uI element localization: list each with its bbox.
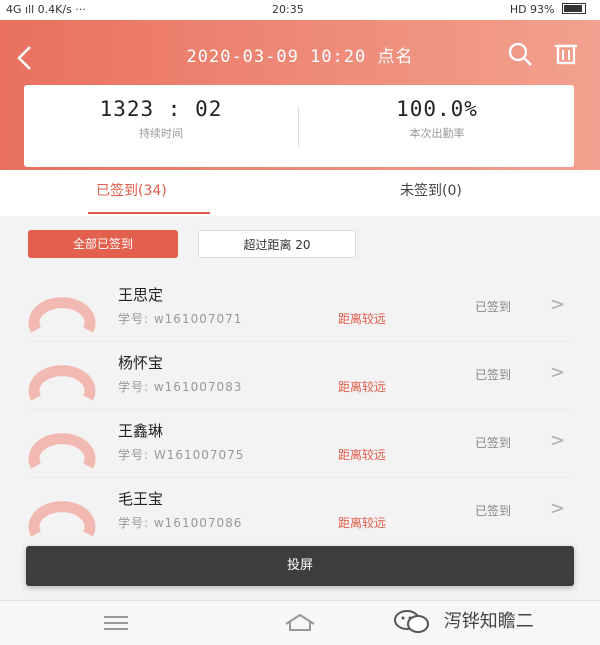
home-icon bbox=[285, 613, 315, 631]
filter-all-signed-in[interactable]: 全部已签到 bbox=[28, 230, 178, 258]
student-list: 王思定 学号: w161007071 距离较远 已签到 > 杨怀宝 学号: w1… bbox=[0, 274, 600, 548]
back-button[interactable] bbox=[14, 44, 42, 72]
list-item[interactable]: 毛王宝 学号: w161007086 距离较远 已签到 > bbox=[0, 478, 600, 546]
avatar-icon bbox=[28, 297, 96, 333]
delete-button[interactable] bbox=[550, 38, 582, 70]
header: 2020-03-09 10:20 点名 1323 : 02 持续时间 100.0… bbox=[0, 20, 600, 170]
stats-divider bbox=[298, 107, 299, 147]
distance-tag: 距离较远 bbox=[338, 312, 387, 326]
signal-status: 4G ıll 0.4K/s ··· bbox=[6, 3, 86, 16]
search-button[interactable] bbox=[504, 38, 536, 70]
trash-icon bbox=[555, 44, 577, 65]
chevron-right-icon: > bbox=[550, 430, 566, 451]
attendance-rate-value: 100.0% bbox=[396, 97, 478, 121]
attendance-rate-stat: 100.0% 本次出勤率 bbox=[300, 97, 574, 141]
status-right: HD 93% bbox=[510, 3, 586, 16]
screen-cast-button[interactable]: 投屏 bbox=[26, 546, 574, 586]
menu-icon bbox=[104, 616, 128, 630]
student-name: 杨怀宝 bbox=[118, 354, 164, 372]
student-name: 王思定 bbox=[118, 286, 164, 304]
search-icon bbox=[508, 42, 532, 66]
avatar-icon bbox=[28, 365, 96, 401]
tab-bar: 已签到(34) 未签到(0) bbox=[0, 170, 600, 216]
avatar-icon bbox=[28, 501, 96, 537]
attendance-rate-label: 本次出勤率 bbox=[409, 127, 465, 140]
student-name: 王鑫琳 bbox=[118, 422, 164, 440]
sign-status: 已签到 bbox=[475, 436, 512, 450]
student-id: 学号: W161007075 bbox=[118, 448, 245, 462]
student-name: 毛王宝 bbox=[118, 490, 164, 508]
wechat-icon bbox=[394, 610, 429, 633]
avatar-icon bbox=[28, 433, 96, 469]
distance-tag: 距离较远 bbox=[338, 448, 387, 462]
stats-card: 1323 : 02 持续时间 100.0% 本次出勤率 bbox=[24, 85, 574, 167]
distance-tag: 距离较远 bbox=[338, 516, 387, 530]
duration-value: 1323 : 02 bbox=[99, 97, 223, 121]
battery-icon bbox=[562, 3, 586, 14]
status-bar: 4G ıll 0.4K/s ··· 20:35 HD 93% bbox=[0, 0, 600, 20]
student-id: 学号: w161007071 bbox=[118, 312, 243, 326]
student-id: 学号: w161007086 bbox=[118, 516, 243, 530]
back-arrow-icon bbox=[17, 46, 31, 70]
chevron-right-icon: > bbox=[550, 294, 566, 315]
tab-active-indicator bbox=[88, 212, 210, 214]
filter-over-distance[interactable]: 超过距离 20 bbox=[198, 230, 356, 258]
duration-label: 持续时间 bbox=[139, 127, 183, 140]
student-id: 学号: w161007083 bbox=[118, 380, 243, 394]
page-title: 2020-03-09 10:20 点名 bbox=[186, 47, 414, 67]
tab-signed-in[interactable]: 已签到(34) bbox=[96, 180, 167, 200]
sign-status: 已签到 bbox=[475, 368, 512, 382]
watermark: 泻铧知瞻二 bbox=[392, 607, 534, 637]
nav-menu-button[interactable] bbox=[102, 614, 130, 632]
tab-not-signed-in[interactable]: 未签到(0) bbox=[400, 180, 462, 200]
chevron-right-icon: > bbox=[550, 362, 566, 383]
duration-stat: 1323 : 02 持续时间 bbox=[24, 97, 298, 141]
list-item[interactable]: 王鑫琳 学号: W161007075 距离较远 已签到 > bbox=[0, 410, 600, 478]
nav-home-button[interactable] bbox=[282, 612, 318, 632]
list-item[interactable]: 杨怀宝 学号: w161007083 距离较远 已签到 > bbox=[0, 342, 600, 410]
sign-status: 已签到 bbox=[475, 300, 512, 314]
sign-status: 已签到 bbox=[475, 504, 512, 518]
chevron-right-icon: > bbox=[550, 498, 566, 519]
list-item[interactable]: 王思定 学号: w161007071 距离较远 已签到 > bbox=[0, 274, 600, 342]
clock: 20:35 bbox=[272, 3, 304, 16]
hd-battery-text: HD 93% bbox=[509, 3, 555, 16]
watermark-text: 泻铧知瞻二 bbox=[443, 611, 534, 632]
distance-tag: 距离较远 bbox=[338, 380, 387, 394]
